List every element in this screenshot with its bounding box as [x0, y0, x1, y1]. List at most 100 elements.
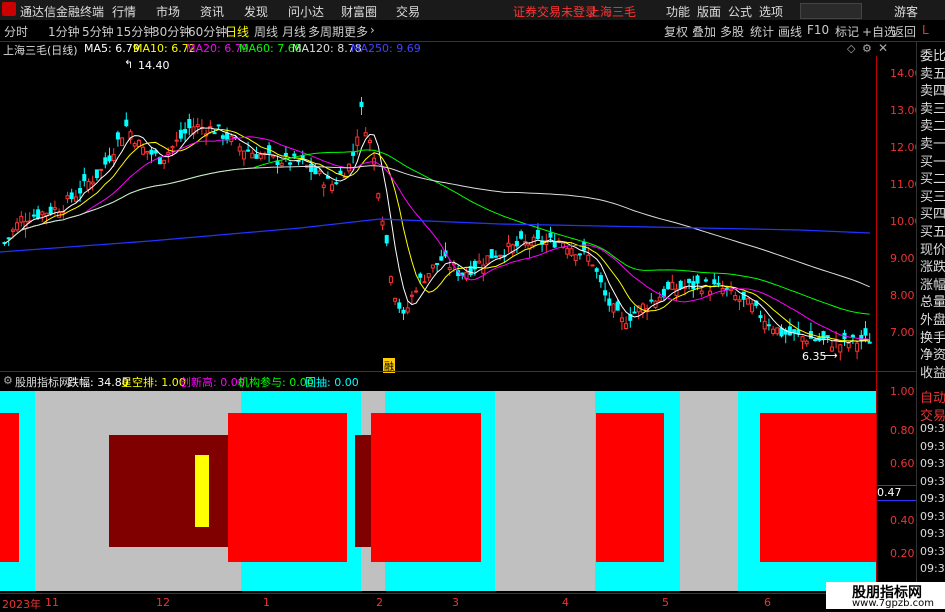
candle-body: [330, 184, 335, 192]
time-tick: 2023年: [2, 598, 41, 611]
candle-body: [250, 152, 255, 159]
settings-diamond-icon[interactable]: ◇: [847, 42, 855, 55]
candle-body: [90, 181, 95, 185]
period-tab-15min[interactable]: 15分钟: [116, 23, 155, 40]
indicator-name[interactable]: 股朋指标网: [15, 374, 70, 390]
candle-body: [498, 254, 503, 257]
time-tick: 4: [562, 596, 569, 609]
toolbar-zixuan[interactable]: +自选: [862, 23, 896, 40]
period-tab-30min[interactable]: 30分钟: [152, 23, 191, 40]
menu-gongshi[interactable]: 公式: [728, 3, 752, 20]
candle-body: [838, 344, 843, 353]
candle-body: [821, 331, 826, 340]
candle-body: [145, 151, 150, 154]
ma5-label: MA5: 6.79: [84, 42, 140, 55]
indicator-settings-icon[interactable]: ⚙: [3, 374, 13, 387]
toolbar-fuquan[interactable]: 复权: [664, 23, 688, 40]
candle-body: [514, 241, 519, 247]
candle-body: [430, 264, 435, 269]
candle-body: [414, 290, 419, 293]
candle-body: [800, 336, 805, 342]
toolbar-tongji[interactable]: 统计: [750, 23, 774, 40]
indicator-panel[interactable]: [0, 391, 876, 591]
title-bar: 通达信金融终端 行情 市场 资讯 发现 问小达 财富圈 交易 证券交易未登录 上…: [0, 0, 945, 21]
candle-body: [111, 154, 116, 161]
collapse-l-icon[interactable]: L: [922, 23, 929, 37]
window-controls[interactable]: [800, 3, 862, 19]
candle-body: [796, 329, 801, 335]
tick-time: 09:35: [920, 527, 945, 540]
toolbar-biaoji[interactable]: 标记: [835, 23, 859, 40]
candle-body: [120, 137, 125, 147]
candle-body: [804, 340, 809, 345]
menu-banmian[interactable]: 版面: [697, 3, 721, 20]
candle-body: [850, 334, 855, 338]
candle-body: [598, 275, 603, 283]
chevron-right-icon[interactable]: ›: [370, 23, 375, 37]
toolbar-diejia[interactable]: 叠加: [692, 23, 716, 40]
candle-body: [178, 129, 183, 139]
candle-body: [640, 303, 645, 313]
price-chart[interactable]: [0, 56, 875, 370]
candle-body: [115, 132, 120, 140]
menu-jiaoyi[interactable]: 交易: [396, 3, 420, 20]
period-tab-1min[interactable]: 1分钟: [48, 23, 80, 40]
candle-body: [435, 262, 440, 265]
quote-field-label: 外盘: [920, 313, 945, 328]
candle-body: [573, 254, 578, 261]
tick-time: 09:35: [920, 544, 945, 558]
auto-trade-label[interactable]: 自动: [920, 387, 945, 406]
candle-body: [15, 222, 20, 231]
quote-field-label: 总量: [920, 295, 945, 311]
toolbar-fanhui[interactable]: 返回: [892, 23, 916, 40]
candle-body: [758, 315, 763, 319]
candle-body: [485, 255, 490, 265]
tick-time: 09:35: [920, 457, 945, 470]
menu-caifuquan[interactable]: 财富圈: [341, 3, 377, 20]
toolbar-huaxian[interactable]: 画线: [778, 23, 802, 40]
period-tab-fenshi[interactable]: 分时: [4, 23, 28, 40]
toolbar-f10[interactable]: F10: [807, 23, 829, 37]
period-tab-daily[interactable]: 日线: [225, 23, 249, 40]
login-status[interactable]: 证券交易未登录: [513, 3, 597, 20]
candle-body: [279, 162, 284, 167]
candle-body: [69, 192, 74, 200]
settings-gear-icon[interactable]: ⚙: [862, 42, 872, 55]
candle-body: [338, 170, 343, 175]
menu-zixun[interactable]: 资讯: [200, 3, 224, 20]
candle-body: [733, 295, 738, 301]
tick-time: 09:35: [920, 492, 945, 505]
period-tab-weekly[interactable]: 周线: [254, 23, 278, 40]
candle-body: [678, 280, 683, 289]
guest-label[interactable]: 游客: [894, 3, 918, 20]
candle-body: [594, 268, 599, 272]
candle-body: [762, 320, 767, 330]
candle-body: [309, 163, 314, 172]
price-tick: 8.00: [890, 289, 915, 302]
indicator-item: 创新高: 0.00: [180, 376, 245, 389]
period-tab-multi[interactable]: 多周期: [308, 23, 344, 40]
period-tab-monthly[interactable]: 月线: [282, 23, 306, 40]
candle-body: [355, 136, 360, 146]
period-tab-more[interactable]: 更多: [344, 23, 368, 40]
indicator-darkred-block: [109, 435, 233, 547]
menu-xuanxiang[interactable]: 选项: [759, 3, 783, 20]
candle-body: [48, 206, 53, 215]
period-tab-60min[interactable]: 60分钟: [188, 23, 227, 40]
candle-body: [288, 162, 293, 165]
close-icon[interactable]: ✕: [878, 41, 888, 55]
menu-hangqing[interactable]: 行情: [112, 3, 136, 20]
candle-body: [52, 207, 57, 210]
candle-body: [447, 267, 452, 271]
candle-body: [82, 174, 87, 182]
indicator-signal-block: [0, 413, 19, 562]
candle-body: [607, 298, 612, 306]
menu-wenxiaoda[interactable]: 问小达: [288, 3, 324, 20]
candle-body: [321, 184, 326, 189]
toolbar-duogu[interactable]: 多股: [720, 23, 744, 40]
period-tab-5min[interactable]: 5分钟: [82, 23, 114, 40]
menu-faxian[interactable]: 发现: [244, 3, 268, 20]
menu-gongneng[interactable]: 功能: [666, 3, 690, 20]
auto-trade-label[interactable]: 交易: [920, 405, 945, 424]
menu-shichang[interactable]: 市场: [156, 3, 180, 20]
